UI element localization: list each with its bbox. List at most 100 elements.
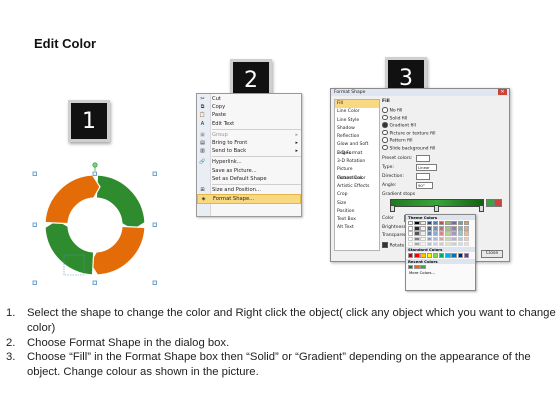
color-swatch[interactable] <box>445 236 451 241</box>
sidebar-item-artistic-effects[interactable]: Artistic Effects <box>335 183 379 191</box>
color-swatch[interactable] <box>426 231 432 236</box>
color-swatch[interactable] <box>420 221 426 226</box>
color-swatch[interactable] <box>463 231 470 236</box>
color-swatch[interactable] <box>432 226 439 231</box>
gradient-stop[interactable] <box>390 205 395 212</box>
color-swatch[interactable] <box>420 253 426 258</box>
menu-item-set-as-default-shape[interactable]: Set as Default Shape <box>197 175 301 183</box>
color-swatch[interactable] <box>438 226 445 231</box>
color-swatch[interactable] <box>408 236 414 241</box>
sidebar-item-line-color[interactable]: Line Color <box>335 108 379 116</box>
color-swatch[interactable] <box>426 253 432 258</box>
color-swatch[interactable] <box>463 226 470 231</box>
menu-item-format-shape[interactable]: ◈ Format Shape... <box>197 194 301 205</box>
color-swatch[interactable] <box>420 226 426 231</box>
color-swatch[interactable] <box>432 253 439 258</box>
color-swatch[interactable] <box>432 221 439 226</box>
sidebar-item-line-style[interactable]: Line Style <box>335 117 379 125</box>
sidebar-item-fill[interactable]: Fill <box>335 100 379 109</box>
color-swatch[interactable] <box>408 264 414 269</box>
color-swatch[interactable] <box>451 226 457 231</box>
color-swatch[interactable] <box>408 221 414 226</box>
sidebar-item-crop[interactable]: Crop <box>335 191 379 199</box>
color-swatch[interactable] <box>432 241 439 247</box>
color-swatch[interactable] <box>414 221 420 226</box>
radio-button[interactable] <box>382 144 388 150</box>
color-swatch[interactable] <box>438 253 445 258</box>
color-swatch[interactable] <box>414 236 420 241</box>
color-swatch[interactable] <box>426 241 432 247</box>
radio-button[interactable] <box>382 114 388 120</box>
direction-dropdown[interactable] <box>416 173 430 180</box>
type-dropdown[interactable]: Linear <box>416 164 437 171</box>
remove-stop-button[interactable] <box>494 199 502 207</box>
color-swatch[interactable] <box>426 236 432 241</box>
color-swatch[interactable] <box>414 264 420 269</box>
close-button[interactable]: Close <box>481 250 503 258</box>
sidebar-item-reflection[interactable]: Reflection <box>335 133 379 141</box>
more-colors-link[interactable]: More Colors... <box>406 270 475 275</box>
fill-option[interactable]: Pattern fill <box>382 137 412 143</box>
menu-item-group[interactable]: ▣ Group ▸ <box>197 131 301 139</box>
color-swatch[interactable] <box>451 241 457 247</box>
color-swatch[interactable] <box>408 241 414 247</box>
color-swatch[interactable] <box>457 253 463 258</box>
menu-item-cut[interactable]: ✂ Cut <box>197 95 301 103</box>
color-swatch[interactable] <box>457 226 463 231</box>
angle-input[interactable]: 90° <box>416 182 433 189</box>
sidebar-item-text-box[interactable]: Text Box <box>335 216 379 224</box>
sidebar-item-shadow[interactable]: Shadow <box>335 125 379 133</box>
fill-option[interactable]: Solid fill <box>382 114 407 121</box>
color-swatch[interactable] <box>414 231 420 236</box>
menu-item-copy[interactable]: ⧉ Copy <box>197 103 301 111</box>
color-swatch[interactable] <box>408 226 414 231</box>
color-swatch[interactable] <box>463 241 470 247</box>
color-swatch[interactable] <box>457 241 463 247</box>
color-swatch[interactable] <box>438 241 445 247</box>
color-swatch[interactable] <box>426 226 432 231</box>
add-stop-button[interactable] <box>486 199 494 207</box>
color-swatch[interactable] <box>426 221 432 226</box>
color-swatch[interactable] <box>445 221 451 226</box>
color-swatch[interactable] <box>457 231 463 236</box>
close-icon[interactable]: ✕ <box>498 89 507 95</box>
color-swatch[interactable] <box>463 236 470 241</box>
menu-item-send-to-back[interactable]: ▥ Send to Back ▸ <box>197 147 301 155</box>
color-swatch[interactable] <box>457 236 463 241</box>
color-swatch[interactable] <box>457 221 463 226</box>
circular-arrow-ring[interactable] <box>30 160 160 290</box>
radio-button[interactable] <box>382 129 388 135</box>
sidebar-item-alt-text[interactable]: Alt Text <box>335 224 379 232</box>
color-swatch[interactable] <box>451 231 457 236</box>
color-swatch[interactable] <box>420 241 426 247</box>
rotate-checkbox[interactable] <box>382 242 388 248</box>
radio-button[interactable] <box>382 137 388 143</box>
fill-option[interactable]: No fill <box>382 107 402 113</box>
sidebar-item-picture-color[interactable]: Picture Color <box>335 175 379 183</box>
color-swatch[interactable] <box>432 236 439 241</box>
color-swatch[interactable] <box>438 236 445 241</box>
color-swatch[interactable] <box>432 231 439 236</box>
color-swatch[interactable] <box>451 236 457 241</box>
color-swatch[interactable] <box>445 241 451 247</box>
gradient-stop[interactable] <box>479 205 484 212</box>
radio-button[interactable] <box>382 107 388 113</box>
sidebar-item-picture-corrections[interactable]: Picture Corrections <box>335 166 379 180</box>
color-swatch[interactable] <box>414 241 420 247</box>
color-swatch[interactable] <box>420 264 426 269</box>
color-swatch[interactable] <box>414 253 420 258</box>
menu-item-save-as-picture[interactable]: Save as Picture... <box>197 167 301 175</box>
preset-colors-dropdown[interactable] <box>416 155 430 162</box>
color-swatch[interactable] <box>445 253 451 258</box>
gradient-stop[interactable] <box>434 205 439 212</box>
color-swatch[interactable] <box>408 253 414 258</box>
fill-option[interactable]: Picture or texture fill <box>382 129 435 136</box>
color-swatch[interactable] <box>445 226 451 231</box>
fill-option[interactable]: Slide background fill <box>382 144 435 151</box>
menu-item-paste[interactable]: 📋 Paste <box>197 111 301 119</box>
color-swatch[interactable] <box>451 221 457 226</box>
menu-item-bring-to-front[interactable]: ▤ Bring to Front ▸ <box>197 139 301 147</box>
color-swatch[interactable] <box>438 221 445 226</box>
sidebar-item-position[interactable]: Position <box>335 208 379 216</box>
color-swatch[interactable] <box>451 253 457 258</box>
